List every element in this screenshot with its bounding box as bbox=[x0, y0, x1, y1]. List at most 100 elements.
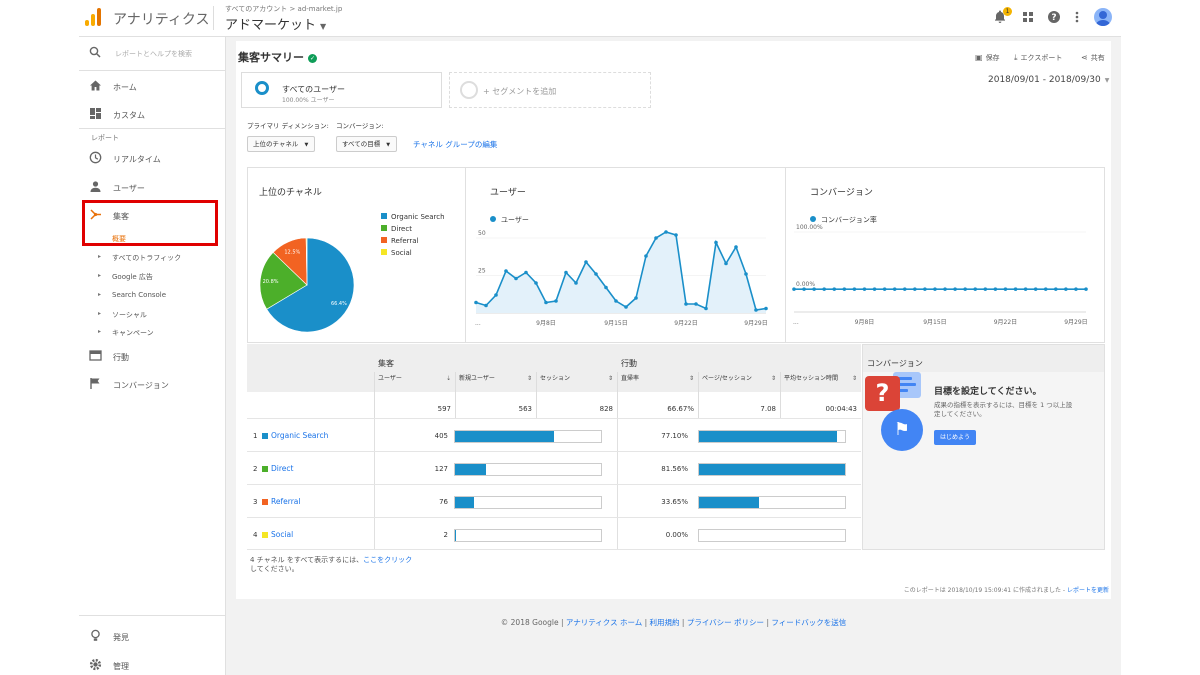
sort-icon[interactable]: ⇕ bbox=[527, 375, 532, 382]
table-row[interactable]: 1 Organic Search bbox=[247, 418, 374, 451]
pie-chart-panel: 上位のチャネル 66.4% 20.8% 12.5% Organic Search D… bbox=[248, 168, 465, 342]
data-point bbox=[544, 300, 548, 305]
channel-link[interactable]: Referral bbox=[271, 497, 300, 506]
data-point bbox=[1074, 287, 1078, 291]
add-segment-button[interactable]: + セグメントを追加 bbox=[449, 72, 651, 108]
export-button[interactable]: ⤓ エクスポート bbox=[1014, 53, 1062, 63]
help-icon[interactable]: ? bbox=[1047, 10, 1061, 24]
data-point bbox=[554, 299, 558, 303]
sidebar-item-conversion[interactable]: コンバージョン bbox=[79, 371, 225, 397]
table-row[interactable]: 4 Social bbox=[247, 517, 374, 550]
segment-all-users[interactable]: すべてのユーザー 100.00% ユーザー bbox=[241, 72, 442, 108]
footer-link-terms[interactable]: 利用規約 bbox=[650, 618, 680, 627]
row-number: 1 bbox=[253, 432, 258, 440]
channel-swatch bbox=[262, 466, 268, 472]
sidebar-item-google-ads[interactable]: ▸ Google 広告 bbox=[79, 268, 225, 284]
refresh-report-link[interactable]: レポートを更新 bbox=[1067, 587, 1109, 594]
bar-fill bbox=[699, 431, 837, 442]
segment-percent: 100.00% ユーザー bbox=[282, 97, 335, 104]
sidebar-item-home[interactable]: ホーム bbox=[79, 73, 225, 99]
get-started-button[interactable]: はじめよう bbox=[934, 430, 976, 445]
person-icon bbox=[89, 180, 102, 193]
data-point bbox=[963, 287, 967, 291]
channel-link[interactable]: Social bbox=[271, 530, 293, 539]
data-point bbox=[1043, 287, 1048, 291]
table-row[interactable]: 3 Referral bbox=[247, 484, 374, 517]
edit-channel-group-link[interactable]: チャネル グループの編集 bbox=[413, 139, 497, 150]
col-new-users[interactable]: 新規ユーザー ⇕ bbox=[455, 372, 536, 392]
sidebar-item-user[interactable]: ユーザー bbox=[79, 174, 225, 200]
col-label: ユーザー bbox=[378, 375, 402, 382]
share-button[interactable]: ⋖ 共有 bbox=[1081, 53, 1105, 63]
save-button[interactable]: ▣ 保存 bbox=[975, 53, 1000, 63]
sidebar-item-campaign[interactable]: ▸ キャンペーン bbox=[79, 324, 225, 340]
sort-desc-icon[interactable]: ⇣ bbox=[446, 375, 451, 382]
row-number: 4 bbox=[253, 531, 258, 539]
click-here-link[interactable]: ここをクリック bbox=[363, 556, 412, 564]
caret-down-icon: ▼ bbox=[386, 142, 391, 148]
conversion-label: コンバージョン: bbox=[336, 122, 384, 130]
bar-fill bbox=[455, 497, 474, 508]
account-breadcrumb[interactable]: すべてのアカウント > ad-market.jp bbox=[225, 4, 342, 14]
footer-link-feedback[interactable]: フィードバックを送信 bbox=[771, 618, 846, 627]
footer-link-privacy[interactable]: プライバシー ポリシー bbox=[687, 618, 764, 627]
date-range-picker[interactable]: 2018/09/01 - 2018/09/30 ▼ bbox=[988, 75, 1109, 85]
total-sessions: 828 bbox=[536, 392, 617, 418]
app-name[interactable]: アナリティクス bbox=[113, 9, 209, 29]
sidebar-item-realtime[interactable]: リアルタイム bbox=[79, 145, 225, 171]
sort-icon[interactable]: ⇕ bbox=[689, 375, 694, 382]
charts-row: 上位のチャネル 66.4% 20.8% 12.5% Organic Search D… bbox=[247, 167, 1105, 343]
apps-grid-icon[interactable] bbox=[1021, 10, 1035, 24]
sidebar-item-social[interactable]: ▸ ソーシャル bbox=[79, 306, 225, 322]
channel-swatch bbox=[262, 433, 268, 439]
row-number: 2 bbox=[253, 465, 258, 473]
triangle-right-icon: ▸ bbox=[98, 272, 102, 279]
sidebar-item-discover[interactable]: 発見 bbox=[79, 623, 225, 649]
channel-link[interactable]: Organic Search bbox=[271, 431, 328, 440]
triangle-right-icon: ▸ bbox=[98, 253, 102, 260]
sort-icon[interactable]: ⇕ bbox=[771, 375, 776, 382]
sort-icon[interactable]: ⇕ bbox=[608, 375, 613, 382]
created-text: このレポートは 2018/10/19 15:09:41 に作成されました - bbox=[903, 587, 1067, 594]
data-point bbox=[484, 303, 488, 308]
sidebar-item-admin[interactable]: 管理 bbox=[79, 652, 225, 675]
sidebar-item-search-console[interactable]: ▸ Search Console bbox=[79, 287, 225, 303]
col-bounce[interactable]: 直帰率 ⇕ bbox=[617, 372, 698, 392]
x-tick-label: ... bbox=[475, 320, 481, 327]
channel-link[interactable]: Direct bbox=[271, 464, 293, 473]
col-sessions[interactable]: セッション ⇕ bbox=[536, 372, 617, 392]
data-point bbox=[734, 245, 738, 249]
table-row[interactable]: 2 Direct bbox=[247, 451, 374, 484]
bounce-value: 81.56% bbox=[661, 465, 688, 473]
property-selector[interactable]: アドマーケット ▼ bbox=[225, 14, 326, 33]
svg-text:?: ? bbox=[1051, 13, 1056, 23]
sidebar-item-label: カスタム bbox=[113, 111, 145, 120]
primary-dimension-select[interactable]: 上位のチャネル ▼ bbox=[247, 136, 315, 152]
channel-swatch bbox=[262, 499, 268, 505]
sidebar-item-all-traffic[interactable]: ▸ すべてのトラフィック bbox=[79, 249, 225, 265]
col-label: 平均セッション時間 bbox=[784, 375, 839, 382]
sidebar: レポートとヘルプを検索 ホーム カスタム レポート リアルタイム ユーザー 集客… bbox=[79, 37, 226, 675]
legend-item: Referral bbox=[381, 235, 445, 247]
account-avatar[interactable] bbox=[1094, 8, 1112, 26]
col-users[interactable]: ユーザー ⇣ bbox=[374, 372, 455, 392]
users-line-chart: 50 25... 9月8日 9月15日 9月22日 9月29日 bbox=[474, 230, 768, 327]
data-point bbox=[604, 285, 608, 290]
legend-swatch bbox=[381, 213, 387, 219]
analytics-logo-icon[interactable] bbox=[85, 8, 103, 26]
more-vert-icon[interactable] bbox=[1070, 10, 1084, 24]
report-search[interactable]: レポートとヘルプを検索 bbox=[79, 37, 225, 71]
x-tick-label: 9月15日 bbox=[923, 319, 946, 326]
data-point bbox=[754, 308, 758, 312]
sort-icon[interactable]: ⇕ bbox=[852, 375, 857, 382]
col-avg-session[interactable]: 平均セッション時間 ⇕ bbox=[780, 372, 861, 392]
col-pages-per-session[interactable]: ページ/セッション ⇕ bbox=[698, 372, 780, 392]
sidebar-item-behavior[interactable]: 行動 bbox=[79, 343, 225, 369]
x-tick-label: 9月29日 bbox=[744, 320, 767, 327]
footer-link-analytics-home[interactable]: アナリティクス ホーム bbox=[566, 618, 642, 627]
data-point bbox=[764, 306, 768, 311]
sidebar-item-label: ソーシャル bbox=[112, 311, 147, 319]
conversion-select[interactable]: すべての目標 ▼ bbox=[336, 136, 397, 152]
data-point bbox=[973, 287, 978, 291]
sidebar-item-custom[interactable]: カスタム bbox=[79, 101, 225, 127]
